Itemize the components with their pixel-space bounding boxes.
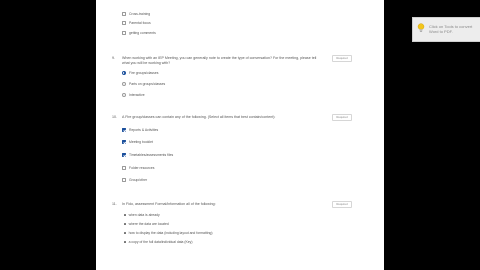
checkbox[interactable]	[122, 11, 126, 16]
q2-option-2-label: Meeting booklet	[129, 139, 153, 144]
q2-option-4[interactable]: Folder resources	[122, 164, 154, 171]
q2-required-tag: Required	[332, 114, 352, 121]
q3-bullet-3: how to display the data (including layou…	[124, 231, 212, 235]
q0-option-1[interactable]: Cross-training	[122, 10, 150, 17]
q2-option-1-label: Reports & Activities	[129, 127, 159, 132]
q3-bullet-3-text: how to display the data (including layou…	[128, 231, 213, 235]
checkbox[interactable]	[122, 152, 126, 157]
q1-required-tag: Required	[332, 55, 352, 62]
q3-text: In Fido, assessment Formal/information a…	[122, 202, 216, 206]
q1-option-2[interactable]: Parts on groups/classes	[122, 80, 165, 87]
radio-button[interactable]	[122, 92, 126, 97]
q1-option-3-label: Interactive	[129, 92, 145, 97]
q2-option-4-label: Folder resources	[129, 165, 155, 170]
q0-option-3-label: getting comments	[129, 30, 156, 35]
q1-option-3[interactable]: Interactive	[122, 91, 145, 98]
radio-button[interactable]	[122, 81, 126, 86]
q2-option-5[interactable]: Group/other	[122, 176, 147, 183]
q3-bullet-1-text: when data is already	[128, 213, 160, 217]
checkbox[interactable]	[122, 165, 126, 170]
checkbox[interactable]	[122, 177, 126, 182]
q3-bullet-4: a copy of the full data/individual data …	[124, 240, 193, 244]
q2-text: A Fire group/classes can contain any of …	[122, 115, 276, 119]
q3-bullet-2: where the data are located	[124, 222, 169, 226]
q2-number: 10.	[112, 115, 117, 119]
q0-option-3[interactable]: getting comments	[122, 29, 156, 36]
form-document[interactable]: Cross-training Parental focus getting co…	[96, 0, 384, 270]
notification-toast[interactable]: Click on Tools to convert Word to PDF.	[412, 17, 480, 42]
q1-option-2-label: Parts on groups/classes	[129, 81, 166, 86]
q1-option-1[interactable]: Fire groups/classes	[122, 69, 158, 76]
bullet-dot-icon	[124, 214, 126, 216]
q2-option-2[interactable]: Meeting booklet	[122, 138, 153, 145]
q1-text: When working with an IEP Meeting, you ca…	[122, 56, 317, 65]
q1-number: 9.	[112, 56, 115, 60]
checkbox[interactable]	[122, 20, 126, 25]
q2-option-3[interactable]: Timetables/assessments files	[122, 151, 173, 158]
q0-option-1-label: Cross-training	[129, 11, 151, 16]
q2-option-1[interactable]: Reports & Activities	[122, 126, 158, 133]
q3-required-tag: Required	[332, 201, 352, 208]
q3-bullet-4-text: a copy of the full data/individual data …	[128, 240, 193, 244]
q2-option-5-label: Group/other	[129, 177, 148, 182]
q3-number: 11.	[112, 202, 117, 206]
notification-text: Click on Tools to convert Word to PDF.	[429, 24, 473, 34]
q0-option-2-label: Parental focus	[129, 20, 151, 25]
q0-option-2[interactable]: Parental focus	[122, 19, 151, 26]
bullet-dot-icon	[124, 241, 126, 243]
q3-bullet-1: when data is already	[124, 213, 160, 217]
q1-option-1-label: Fire groups/classes	[129, 70, 159, 75]
bullet-dot-icon	[124, 223, 126, 225]
lightbulb-icon	[417, 23, 425, 32]
q3-bullet-2-text: where the data are located	[128, 222, 169, 226]
bullet-dot-icon	[124, 232, 126, 234]
radio-button[interactable]	[122, 70, 126, 75]
checkbox[interactable]	[122, 139, 126, 144]
checkbox[interactable]	[122, 127, 126, 132]
checkbox[interactable]	[122, 30, 126, 35]
q2-option-3-label: Timetables/assessments files	[129, 152, 174, 157]
